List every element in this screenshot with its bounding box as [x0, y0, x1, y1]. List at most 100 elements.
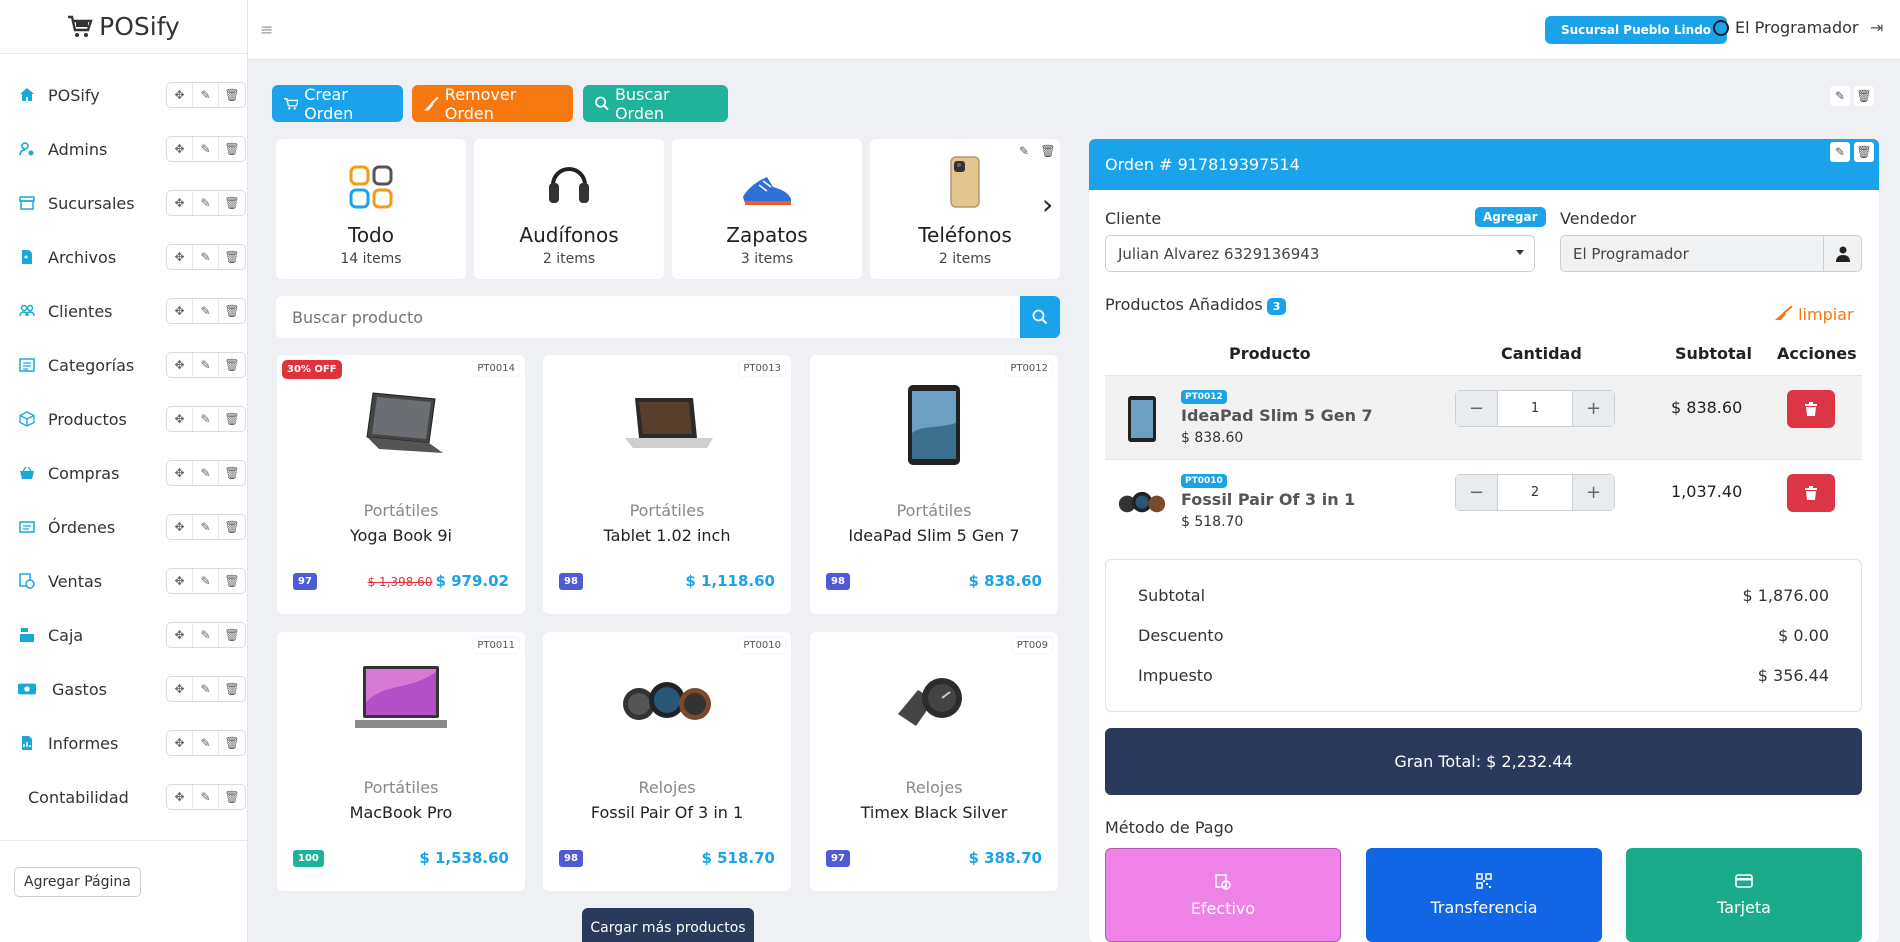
move-icon[interactable]: ✥	[167, 191, 193, 215]
edit-icon[interactable]: ✎	[193, 83, 219, 107]
carousel-next-icon[interactable]: ›	[1042, 188, 1053, 221]
search-button[interactable]	[1020, 296, 1060, 338]
product-card[interactable]: PT009 Relojes Timex Black Silver 97 $ 38…	[810, 632, 1058, 891]
trash-icon[interactable]: 🗑	[219, 191, 245, 215]
sidebar-item-posify[interactable]: POSify ✥ ✎ 🗑	[0, 68, 247, 122]
search-order-button[interactable]: Buscar Orden	[583, 85, 728, 123]
trash-icon[interactable]: 🗑	[219, 515, 245, 539]
trash-icon[interactable]: 🗑	[219, 245, 245, 269]
edit-icon[interactable]: ✎	[193, 623, 219, 647]
branch-button[interactable]: Sucursal Pueblo Lindo	[1545, 16, 1728, 44]
trash-icon[interactable]: 🗑	[219, 623, 245, 647]
move-icon[interactable]: ✥	[167, 245, 193, 269]
sidebar-item-clientes[interactable]: Clientes ✥ ✎ 🗑	[0, 284, 247, 338]
move-icon[interactable]: ✥	[167, 785, 193, 809]
move-icon[interactable]: ✥	[167, 515, 193, 539]
client-select[interactable]: Julian Alvarez 6329136943	[1105, 235, 1535, 272]
edit-icon[interactable]: ✎	[193, 299, 219, 323]
sidebar-item-caja[interactable]: Caja ✥ ✎ 🗑	[0, 608, 247, 662]
edit-icon[interactable]: ✎	[193, 677, 219, 701]
trash-icon[interactable]: 🗑	[219, 407, 245, 431]
sidebar-item-ventas[interactable]: Ventas ✥ ✎ 🗑	[0, 554, 247, 608]
user-menu[interactable]: El Programador	[1713, 18, 1858, 37]
move-icon[interactable]: ✥	[167, 299, 193, 323]
load-more-button[interactable]: Cargar más productos	[582, 908, 754, 942]
sidebar-item-admins[interactable]: Admins ✥ ✎ 🗑	[0, 122, 247, 176]
move-icon[interactable]: ✥	[167, 623, 193, 647]
edit-icon[interactable]: ✎	[193, 191, 219, 215]
trash-icon[interactable]: 🗑	[219, 785, 245, 809]
category-card[interactable]: Todo 14 items	[276, 139, 466, 279]
create-order-button[interactable]: Crear Orden	[272, 85, 403, 123]
sidebar-item-productos[interactable]: Productos ✥ ✎ 🗑	[0, 392, 247, 446]
move-icon[interactable]: ✥	[167, 353, 193, 377]
move-icon[interactable]: ✥	[167, 461, 193, 485]
product-card[interactable]: PT0012 Portátiles IdeaPad Slim 5 Gen 7 9…	[810, 355, 1058, 614]
product-card[interactable]: 30% OFF PT0014 Portátiles Yoga Book 9i 9…	[277, 355, 525, 614]
edit-icon[interactable]: ✎	[1830, 142, 1850, 162]
edit-icon[interactable]: ✎	[193, 569, 219, 593]
sidebar-item-gastos[interactable]: Gastos ✥ ✎ 🗑	[0, 662, 247, 716]
menu-toggle-icon[interactable]: ≡	[260, 20, 273, 39]
trash-icon[interactable]: 🗑	[1038, 141, 1058, 161]
trash-icon[interactable]: 🗑	[219, 461, 245, 485]
delete-line-button[interactable]	[1787, 474, 1835, 512]
trash-icon[interactable]: 🗑	[1854, 142, 1874, 162]
add-client-button[interactable]: Agregar	[1475, 207, 1546, 227]
decrement-button[interactable]: −	[1456, 475, 1497, 510]
move-icon[interactable]: ✥	[167, 677, 193, 701]
edit-icon[interactable]: ✎	[193, 461, 219, 485]
sidebar-item-ordenes[interactable]: Órdenes ✥ ✎ 🗑	[0, 500, 247, 554]
sidebar-item-informes[interactable]: Informes ✥ ✎ 🗑	[0, 716, 247, 770]
clear-button[interactable]: limpiar	[1775, 305, 1854, 324]
search-input[interactable]	[276, 296, 1016, 338]
edit-icon[interactable]: ✎	[193, 353, 219, 377]
sidebar-item-archivos[interactable]: Archivos ✥ ✎ 🗑	[0, 230, 247, 284]
pay-card-button[interactable]: Tarjeta	[1626, 848, 1862, 942]
edit-icon[interactable]: ✎	[193, 785, 219, 809]
trash-icon[interactable]: 🗑	[219, 731, 245, 755]
pay-cash-button[interactable]: Efectivo	[1105, 848, 1341, 942]
trash-icon[interactable]: 🗑	[219, 569, 245, 593]
increment-button[interactable]: +	[1573, 391, 1614, 426]
move-icon[interactable]: ✥	[167, 731, 193, 755]
sidebar-item-compras[interactable]: Compras ✥ ✎ 🗑	[0, 446, 247, 500]
edit-icon[interactable]: ✎	[1830, 86, 1850, 106]
seller-user-button[interactable]	[1823, 236, 1861, 271]
move-icon[interactable]: ✥	[167, 83, 193, 107]
trash-icon[interactable]: 🗑	[219, 353, 245, 377]
category-card[interactable]: Zapatos 3 items	[672, 139, 862, 279]
quantity-input[interactable]: 1	[1497, 391, 1573, 426]
product-card[interactable]: PT0011 Portátiles MacBook Pro 100 $ 1,53…	[277, 632, 525, 891]
edit-icon[interactable]: ✎	[1014, 141, 1034, 161]
product-card[interactable]: PT0010 Relojes Fossil Pair Of 3 in 1 98 …	[543, 632, 791, 891]
remove-order-button[interactable]: Remover Orden	[412, 85, 573, 123]
edit-icon[interactable]: ✎	[193, 137, 219, 161]
trash-icon[interactable]: 🗑	[1854, 86, 1874, 106]
move-icon[interactable]: ✥	[167, 569, 193, 593]
pay-transfer-button[interactable]: Transferencia	[1366, 848, 1602, 942]
increment-button[interactable]: +	[1573, 475, 1614, 510]
brand[interactable]: POSify	[0, 0, 247, 54]
move-icon[interactable]: ✥	[167, 137, 193, 161]
category-card[interactable]: Audífonos 2 items	[474, 139, 664, 279]
delete-line-button[interactable]	[1787, 390, 1835, 428]
sidebar-item-sucursales[interactable]: Sucursales ✥ ✎ 🗑	[0, 176, 247, 230]
trash-icon[interactable]: 🗑	[219, 83, 245, 107]
edit-icon[interactable]: ✎	[193, 731, 219, 755]
move-icon[interactable]: ✥	[167, 407, 193, 431]
trash-icon[interactable]: 🗑	[219, 137, 245, 161]
logout-icon[interactable]: ⇥	[1870, 18, 1883, 37]
edit-icon[interactable]: ✎	[193, 515, 219, 539]
product-card[interactable]: PT0013 Portátiles Tablet 1.02 inch 98 $ …	[543, 355, 791, 614]
sidebar-item-categorias[interactable]: Categorías ✥ ✎ 🗑	[0, 338, 247, 392]
decrement-button[interactable]: −	[1456, 391, 1497, 426]
carousel-tools: ✎ 🗑	[1014, 141, 1058, 161]
edit-icon[interactable]: ✎	[193, 407, 219, 431]
add-page-button[interactable]: Agregar Página	[14, 867, 141, 897]
quantity-input[interactable]: 2	[1497, 475, 1573, 510]
trash-icon[interactable]: 🗑	[219, 299, 245, 323]
trash-icon[interactable]: 🗑	[219, 677, 245, 701]
sidebar-item-contabilidad[interactable]: Contabilidad ✥ ✎ 🗑	[0, 770, 247, 824]
edit-icon[interactable]: ✎	[193, 245, 219, 269]
